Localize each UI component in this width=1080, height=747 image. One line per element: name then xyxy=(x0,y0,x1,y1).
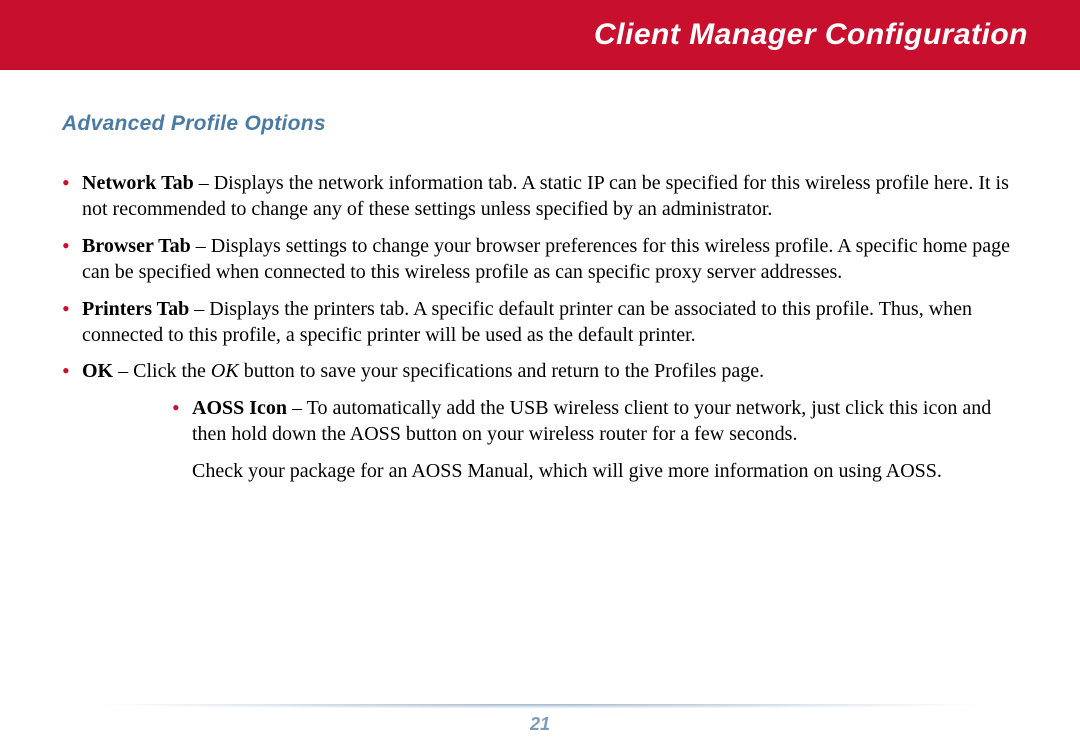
item-pre: Click the xyxy=(133,360,211,382)
item-sep: – xyxy=(189,298,209,320)
page-root: Client Manager Configuration Advanced Pr… xyxy=(0,0,1080,747)
item-post: button to save your specifications and r… xyxy=(239,360,764,382)
page-number: 21 xyxy=(0,714,1080,735)
item-browser-tab: Browser Tab – Displays settings to chang… xyxy=(62,233,1018,286)
aoss-follow-paragraph: Check your package for an AOSS Manual, w… xyxy=(62,458,1018,484)
item-text: Displays the network information tab. A … xyxy=(82,172,1009,220)
footer: 21 xyxy=(0,704,1080,735)
item-sep: – xyxy=(113,360,133,382)
item-label: OK xyxy=(82,360,113,382)
options-list: Network Tab – Displays the network infor… xyxy=(62,170,1018,385)
item-label: AOSS Icon xyxy=(192,397,287,419)
section-title: Advanced Profile Options xyxy=(62,112,1018,136)
item-sep: – xyxy=(191,235,211,257)
item-sep: – xyxy=(194,172,214,194)
item-text: Displays settings to change your browser… xyxy=(82,235,1010,283)
item-label: Browser Tab xyxy=(82,235,191,257)
nested-list: AOSS Icon – To automatically add the USB… xyxy=(62,395,1018,448)
footer-rule xyxy=(70,704,1010,710)
item-label: Printers Tab xyxy=(82,298,189,320)
content-area: Advanced Profile Options Network Tab – D… xyxy=(0,70,1080,747)
item-text: To automatically add the USB wireless cl… xyxy=(192,397,991,445)
item-label: Network Tab xyxy=(82,172,194,194)
item-italic: OK xyxy=(211,360,239,382)
item-printers-tab: Printers Tab – Displays the printers tab… xyxy=(62,296,1018,349)
item-ok: OK – Click the OK button to save your sp… xyxy=(62,358,1018,384)
item-sep: – xyxy=(287,397,307,419)
item-text: Displays the printers tab. A specific de… xyxy=(82,298,972,346)
header-title: Client Manager Configuration xyxy=(594,18,1028,52)
item-aoss-icon: AOSS Icon – To automatically add the USB… xyxy=(62,395,1018,448)
header-bar: Client Manager Configuration xyxy=(0,0,1080,70)
item-network-tab: Network Tab – Displays the network infor… xyxy=(62,170,1018,223)
